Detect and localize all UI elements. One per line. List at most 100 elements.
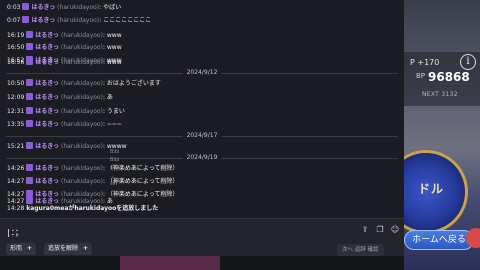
user-name[interactable]: はるきっ bbox=[35, 32, 59, 39]
user-badge-icon bbox=[26, 93, 34, 100]
user-badge-icon bbox=[26, 164, 34, 171]
chat-message[interactable]: 10:50 はるきっ (harukidayoo): おはようございます bbox=[7, 78, 161, 90]
overlay-label: .. bbox=[110, 173, 114, 179]
upload-icon[interactable]: ⇪ bbox=[360, 225, 370, 235]
home-button[interactable]: ホームへ戻る bbox=[404, 230, 474, 250]
user-badge-icon bbox=[26, 79, 34, 86]
plus-icon: + bbox=[27, 245, 33, 252]
message-time: 16:56 bbox=[7, 59, 25, 66]
user-name[interactable]: はるきっ bbox=[35, 59, 59, 66]
next-button[interactable]: 次へ 返辞 確認 bbox=[337, 244, 384, 256]
copy-icon[interactable]: ❐ bbox=[375, 225, 385, 235]
date-label: 2024/9/17 bbox=[182, 131, 222, 141]
message-time: 14:27 bbox=[7, 178, 25, 185]
user-name[interactable]: はるきっ bbox=[35, 108, 59, 115]
next-level: NEXT 3132 bbox=[422, 91, 458, 98]
message-time: 14:28 bbox=[7, 205, 25, 212]
message-time: 0:03 bbox=[7, 4, 21, 11]
chat-message[interactable]: 12:31 はるきっ (harukidayoo): うまい bbox=[7, 106, 125, 118]
chip-button-1[interactable]: 形而 + bbox=[6, 243, 37, 255]
user-name[interactable]: はるきっ bbox=[35, 80, 59, 87]
user-handle: (harukidayoo) bbox=[60, 59, 103, 66]
message-time: 13:35 bbox=[7, 121, 25, 128]
date-label: 2024/9/12 bbox=[182, 68, 222, 78]
chat-message[interactable]: 14:27 はるきっ (harukidayoo): （神楽めあによって削除） bbox=[7, 176, 178, 188]
chat-message[interactable]: 16:50 はるきっ (harukidayoo): www bbox=[7, 42, 122, 54]
user-badge-icon bbox=[26, 58, 34, 65]
user-name[interactable]: はるきっ bbox=[35, 178, 59, 185]
message-time: 16:19 bbox=[7, 32, 25, 39]
emote-preview-overlay: Bibi Bibi eTh .. sin bbox=[110, 148, 142, 198]
user-badge-icon bbox=[26, 142, 34, 149]
bp-label: BP bbox=[416, 72, 426, 80]
user-name[interactable]: はるきっ bbox=[35, 121, 59, 128]
message-text: www bbox=[106, 32, 122, 39]
unban-button[interactable]: 追放を解除 + bbox=[44, 243, 93, 255]
plus-icon: + bbox=[83, 245, 89, 252]
user-handle: (harukidayoo) bbox=[57, 17, 100, 24]
message-text: うまい bbox=[106, 108, 125, 115]
user-handle: (harukidayoo) bbox=[60, 94, 103, 101]
system-text: kagura0meaがharukidayooを追放しました bbox=[26, 205, 159, 212]
orb-label: ドル bbox=[418, 182, 445, 196]
user-name[interactable]: はるきっ bbox=[35, 94, 59, 101]
user-name[interactable]: はるきっ bbox=[35, 44, 59, 51]
user-handle: (harukidayoo) bbox=[60, 32, 103, 39]
message-text: ~~~ bbox=[106, 121, 122, 128]
date-separator: 2024/9/19 bbox=[0, 153, 404, 163]
corner-icon[interactable] bbox=[466, 228, 480, 248]
info-icon[interactable]: i bbox=[460, 54, 476, 70]
user-handle: (harukidayoo) bbox=[60, 44, 103, 51]
user-badge-icon bbox=[22, 3, 30, 10]
message-text: やばい bbox=[103, 4, 122, 11]
user-badge-icon bbox=[22, 16, 30, 23]
lp-label: P +170 bbox=[410, 58, 440, 67]
chat-message[interactable]: 12:09 はるきっ (harukidayoo): あ bbox=[7, 92, 113, 104]
user-name[interactable]: はるきっ bbox=[31, 4, 55, 11]
overlay-label: eTh bbox=[110, 165, 120, 171]
message-text: www bbox=[106, 59, 122, 66]
date-separator: 2024/9/12 bbox=[0, 68, 404, 78]
message-text: あ bbox=[106, 94, 113, 101]
user-badge-icon bbox=[26, 107, 34, 114]
chat-message[interactable]: 0:07 はるきっ (harukidayoo): ここここここここ bbox=[7, 15, 151, 27]
user-name[interactable]: はるきっ bbox=[35, 165, 59, 172]
user-handle: (harukidayoo) bbox=[60, 80, 103, 87]
chat-input[interactable] bbox=[6, 222, 346, 242]
chat-message[interactable]: 14:26 はるきっ (harukidayoo): （神楽めあによって削除） bbox=[7, 163, 178, 175]
message-time: 12:31 bbox=[7, 108, 25, 115]
date-separator: 2024/9/17 bbox=[0, 131, 404, 141]
user-handle: (harukidayoo) bbox=[60, 121, 103, 128]
user-badge-icon bbox=[26, 177, 34, 184]
overlay-label: Bibi bbox=[110, 149, 120, 155]
user-name[interactable]: はるきっ bbox=[35, 143, 59, 150]
emoji-icon[interactable]: ☺ bbox=[390, 225, 400, 235]
date-label: 2024/9/19 bbox=[182, 153, 222, 163]
overlay-label: sin bbox=[110, 181, 118, 187]
message-time: 16:50 bbox=[7, 44, 25, 51]
user-badge-icon bbox=[26, 43, 34, 50]
message-time: 12:09 bbox=[7, 94, 25, 101]
user-name[interactable]: はるきっ bbox=[31, 17, 55, 24]
message-time: 14:26 bbox=[7, 165, 25, 172]
user-badge-icon bbox=[26, 120, 34, 127]
system-message: 14:28 kagura0meaがharukidayooを追放しました bbox=[7, 203, 158, 215]
stream-background bbox=[120, 256, 220, 270]
message-time: 0:07 bbox=[7, 17, 21, 24]
user-handle: (harukidayoo) bbox=[57, 4, 100, 11]
message-text: おはようございます bbox=[106, 80, 161, 87]
user-handle: (harukidayoo) bbox=[60, 165, 103, 172]
chat-message[interactable]: 16:19 はるきっ (harukidayoo): www bbox=[7, 30, 122, 42]
user-handle: (harukidayoo) bbox=[60, 178, 103, 185]
overlay-label: Bibi bbox=[110, 157, 120, 163]
chat-message[interactable]: 0:03 はるきっ (harukidayoo): やばい bbox=[7, 2, 121, 14]
user-handle: (harukidayoo) bbox=[60, 108, 103, 115]
game-view: P +170 i BP 96868 NEXT 3132 ドル ホームへ戻る bbox=[404, 0, 480, 270]
bp-value: 96868 bbox=[428, 70, 470, 84]
chat-message[interactable]: 13:35 はるきっ (harukidayoo): ~~~ bbox=[7, 119, 122, 131]
user-badge-icon bbox=[26, 31, 34, 38]
message-text: ここここここここ bbox=[103, 17, 152, 24]
user-handle: (harukidayoo) bbox=[60, 143, 103, 150]
message-text: www bbox=[106, 44, 122, 51]
chat-message[interactable]: 15:21 はるきっ (harukidayoo): wwww bbox=[7, 141, 127, 153]
